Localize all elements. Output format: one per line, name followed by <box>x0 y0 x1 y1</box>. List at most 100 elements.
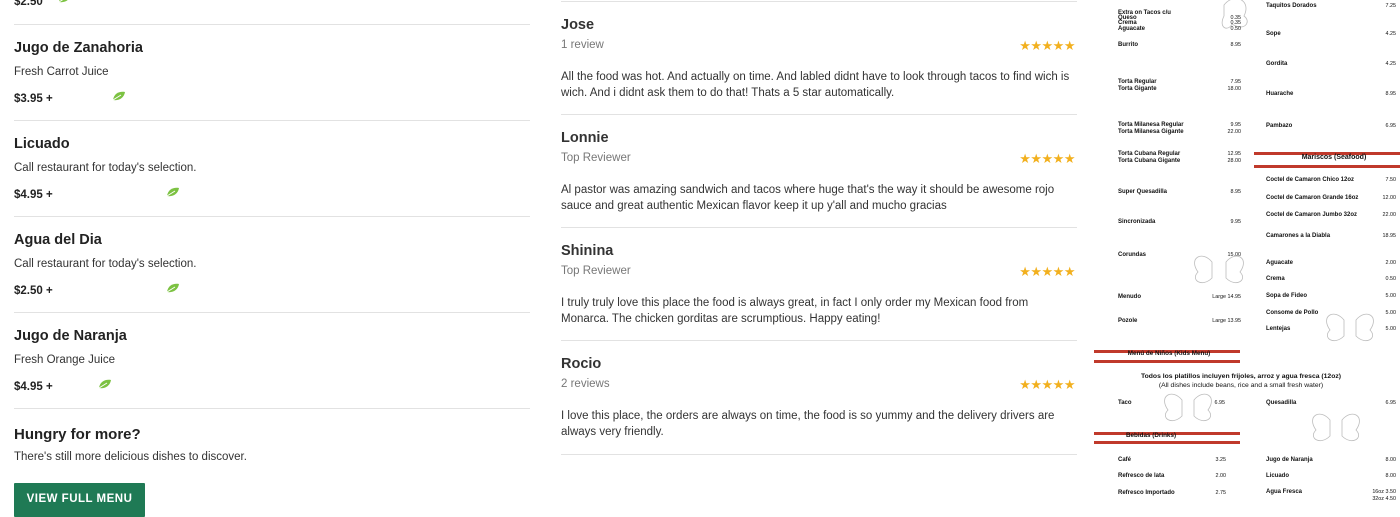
menu-photo-item: Coctel de Camaron Jumbo 32oz <box>1266 212 1357 218</box>
menu-photo-item: Aguacate <box>1266 260 1294 266</box>
menu-photo-price: 8.95 <box>1231 189 1242 195</box>
menu-photo-item: Sincronizada <box>1118 219 1156 225</box>
menu-photo-item: Huarache <box>1266 91 1294 97</box>
divider <box>561 114 1077 115</box>
menu-photo[interactable]: Extra on Tacos c/u Queso 0.35 Crema 0.35 Agua… <box>1094 0 1400 500</box>
leaf-icon <box>166 187 179 197</box>
menu-photo-price: Large 14.95 <box>1212 294 1241 300</box>
menu-photo-price: 12.95 <box>1228 151 1242 157</box>
menu-photo-price: 16oz 3.50 <box>1372 489 1396 495</box>
menu-photo-item: Super Quesadilla <box>1118 189 1168 195</box>
review-text: Al pastor was amazing sandwich and tacos… <box>561 184 1055 212</box>
menu-photo-price: 2.75 <box>1216 490 1227 496</box>
menu-photo-item: Coctel de Camaron Chico 12oz <box>1266 177 1354 183</box>
menu-section-title: Mariscos (Seafood) <box>1302 154 1367 161</box>
menu-photo-price: 18.00 <box>1228 86 1242 92</box>
menu-photo-item: Corundas <box>1118 252 1147 258</box>
menu-section-title: Bebidas (Drinks) <box>1126 432 1176 439</box>
divider <box>14 312 530 313</box>
menu-photo-item: Consome de Pollo <box>1266 310 1319 316</box>
menu-photo-price: 9.95 <box>1231 122 1242 128</box>
divider <box>14 24 530 25</box>
menu-photo-price: 9.95 <box>1231 219 1242 225</box>
item-description: Call restaurant for today's selection. <box>14 258 197 270</box>
view-full-menu-button[interactable]: VIEW FULL MENU <box>14 483 145 517</box>
menu-photo-price: 22.00 <box>1228 129 1242 135</box>
menu-photo-price: 4.25 <box>1386 61 1397 67</box>
menu-photo-item: Torta Milanesa Gigante <box>1118 129 1184 135</box>
reviews-list: Jose 1 review ★★★★★ All the food was hot… <box>561 0 1077 500</box>
leaf-icon <box>112 91 125 101</box>
star-rating-icon: ★★★★★ <box>1019 264 1075 279</box>
menu-photo-price: 5.00 <box>1386 310 1397 316</box>
menu-photo-item: Torta Milanesa Regular <box>1118 122 1184 128</box>
menu-photo-price: 8.00 <box>1386 473 1397 479</box>
menu-photo-price: 6.95 <box>1386 400 1397 406</box>
menu-photo-item: Gordita <box>1266 61 1288 67</box>
menu-photo-item: Coctel de Camaron Grande 16oz <box>1266 195 1358 201</box>
hungry-for-more-heading: Hungry for more? <box>14 426 141 443</box>
item-price: $2.50 + <box>14 285 53 297</box>
item-name: Licuado <box>14 136 70 152</box>
menu-photo-price: 7.50 <box>1386 177 1397 183</box>
star-rating-icon: ★★★★★ <box>1019 151 1075 166</box>
menu-photo-item: Pambazo <box>1266 123 1293 129</box>
divider <box>561 227 1077 228</box>
menu-photo-item: Refresco de lata <box>1118 473 1165 479</box>
menu-photo-item: Sope <box>1266 31 1281 37</box>
reviewer-name: Jose <box>561 17 595 33</box>
item-price: $4.95 + <box>14 381 53 393</box>
menu-photo-item: Agua Fresca <box>1266 489 1303 495</box>
menu-photo-price: 2.00 <box>1386 260 1397 266</box>
item-price: $2.50 <box>14 0 43 8</box>
star-rating-icon: ★★★★★ <box>1019 377 1075 392</box>
menu-photo-price: 15.00 <box>1228 252 1242 258</box>
menu-photo-price: 28.00 <box>1228 158 1242 164</box>
reviewer-name: Shinina <box>561 243 614 259</box>
menu-photo-price: 5.00 <box>1386 326 1397 332</box>
menu-photo-item: Pozole <box>1118 318 1138 324</box>
menu-photo-item: Crema <box>1266 276 1285 282</box>
leaf-icon <box>166 283 179 293</box>
menu-photo-price: 8.95 <box>1386 91 1397 97</box>
menu-photo-price: 0.50 <box>1231 26 1242 32</box>
leaf-icon <box>58 0 68 3</box>
item-price: $3.95 + <box>14 93 53 105</box>
menu-photo-item: Quesadilla <box>1266 400 1297 406</box>
menu-photo-price: 6.95 <box>1215 400 1226 406</box>
menu-photo-price: 6.95 <box>1386 123 1397 129</box>
menu-items-list: $2.50 Jugo de Zanahoria Fresh Carrot Jui… <box>14 0 530 517</box>
menu-photo-price: 18.95 <box>1383 233 1397 239</box>
reviewer-name: Rocio <box>561 356 602 372</box>
review-text: I truly truly love this place the food i… <box>561 297 1029 325</box>
menu-photo-price: 32oz 4.50 <box>1372 496 1396 500</box>
item-name: Jugo de Naranja <box>14 328 127 344</box>
item-description: Fresh Carrot Juice <box>14 66 109 78</box>
menu-photo-item: Café <box>1118 457 1132 463</box>
menu-photo-text: Extra on Tacos c/uQueso 0.35Crema 0.35Agua… <box>1118 3 1396 500</box>
menu-photo-item: Sopa de Fideo <box>1266 293 1307 299</box>
menu-photo-price: 0.50 <box>1386 276 1397 282</box>
menu-photo-item: Torta Regular <box>1118 79 1157 85</box>
divider <box>561 340 1077 341</box>
menu-photo-item: Taco <box>1118 400 1132 406</box>
menu-photo-item: Torta Cubana Gigante <box>1118 158 1181 164</box>
divider <box>14 120 530 121</box>
review-text: I love this place, the orders are always… <box>561 410 1055 438</box>
item-description: Fresh Orange Juice <box>14 354 115 366</box>
item-price: $4.95 + <box>14 189 53 201</box>
menu-photo-note: (All dishes include beans, rice and a sm… <box>1159 382 1323 389</box>
divider <box>14 408 530 409</box>
menu-photo-price: 7.95 <box>1231 79 1242 85</box>
menu-photo-price: 2.00 <box>1216 473 1227 479</box>
menu-photo-item: Torta Gigante <box>1118 86 1157 92</box>
menu-photo-item: Menudo <box>1118 294 1141 300</box>
menu-photo-item: Refresco Importado <box>1118 490 1175 496</box>
menu-photo-item: Aguacate <box>1118 26 1146 32</box>
reviewer-meta: 2 reviews <box>561 378 610 390</box>
divider <box>561 1 1077 2</box>
star-rating-icon: ★★★★★ <box>1019 38 1075 53</box>
reviewer-name: Lonnie <box>561 130 609 146</box>
reviewer-meta: Top Reviewer <box>561 152 631 164</box>
review-text: All the food was hot. And actually on ti… <box>561 71 1070 99</box>
